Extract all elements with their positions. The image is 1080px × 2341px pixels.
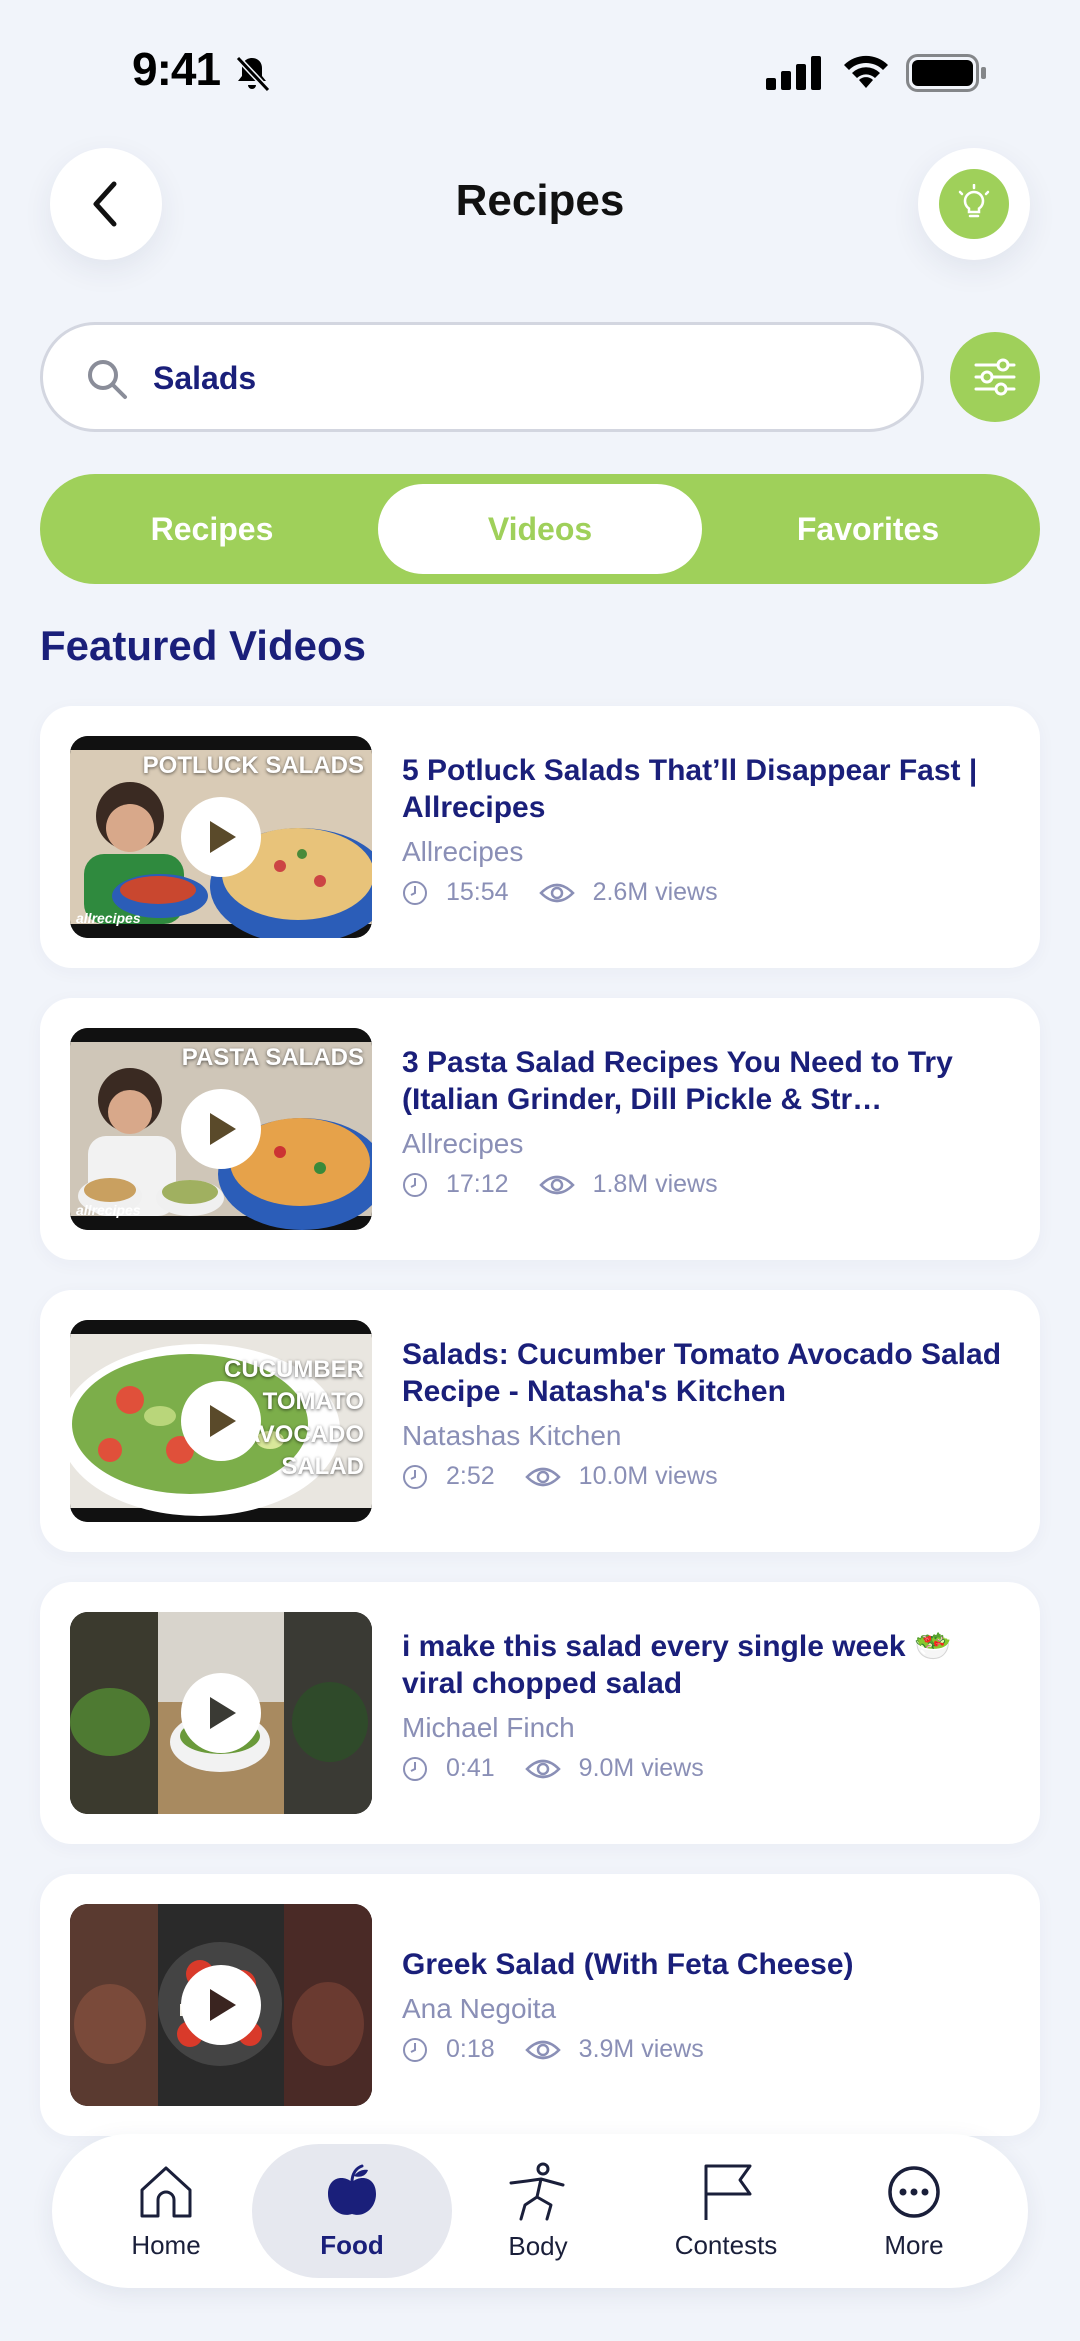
bottom-nav: Home Food Body Contests More	[52, 2134, 1028, 2288]
video-channel: Allrecipes	[402, 1128, 524, 1159]
tab-recipes[interactable]: Recipes	[50, 484, 374, 574]
signal-icon	[766, 56, 821, 90]
play-button[interactable]	[181, 797, 261, 877]
bell-off-icon	[235, 55, 271, 93]
play-icon	[210, 1989, 236, 2021]
video-thumbnail[interactable]	[70, 1612, 372, 1814]
video-duration: 2:52	[446, 1462, 495, 1490]
segment-tabs: Recipes Videos Favorites	[40, 474, 1040, 584]
nav-label: Body	[508, 2230, 568, 2261]
lightbulb-icon	[958, 184, 990, 218]
video-title[interactable]: Salads: Cucumber Tomato Avocado Salad Re…	[402, 1336, 1002, 1410]
eye-icon	[524, 1467, 561, 1486]
video-views: 1.8M views	[592, 1170, 718, 1198]
video-views: 10.0M views	[578, 1462, 718, 1490]
home-icon	[140, 2166, 192, 2217]
play-icon	[210, 1405, 236, 1437]
filter-button[interactable]	[950, 332, 1040, 422]
video-channel: Allrecipes	[402, 836, 524, 867]
video-card[interactable]: PASTA SALADS allrecipes 3 Pasta Salad Re…	[40, 998, 1040, 1260]
video-thumbnail[interactable]	[70, 1904, 372, 2106]
video-title[interactable]: i make this salad every single week 🥗 vi…	[402, 1628, 1002, 1702]
thumbnail-caption: PASTA SALADS	[181, 1044, 364, 1071]
play-icon	[210, 1113, 236, 1145]
section-title: Featured Videos	[40, 622, 366, 669]
search-box[interactable]	[40, 322, 924, 432]
wifi-icon	[844, 55, 888, 88]
video-thumbnail[interactable]: PASTA SALADS allrecipes	[70, 1028, 372, 1230]
video-card[interactable]: CUCUMBER TOMATO AVOCADO SALAD Salads: Cu…	[40, 1290, 1040, 1552]
nav-item-food[interactable]: Food	[252, 2144, 452, 2278]
video-thumbnail[interactable]: POTLUCK SALADS allrecipes	[70, 736, 372, 938]
nav-item-body[interactable]: Body	[438, 2144, 638, 2278]
eye-icon	[524, 2040, 561, 2059]
play-icon	[210, 1697, 236, 1729]
video-duration: 0:18	[446, 2035, 495, 2063]
video-channel: Ana Negoita	[402, 1993, 557, 2024]
clock-icon	[403, 1756, 427, 1781]
clock-icon	[403, 2037, 427, 2062]
video-duration: 15:54	[446, 878, 509, 906]
nav-item-home[interactable]: Home	[66, 2144, 266, 2278]
clock-icon	[403, 1172, 427, 1197]
play-icon	[210, 821, 236, 853]
video-title[interactable]: 5 Potluck Salads That’ll Disappear Fast …	[402, 752, 1002, 826]
nav-label: Contests	[674, 2229, 778, 2260]
video-list: POTLUCK SALADS allrecipes 5 Potluck Sala…	[40, 706, 1040, 2166]
video-channel: Michael Finch	[402, 1712, 575, 1743]
more-icon	[888, 2165, 940, 2218]
search-input[interactable]	[153, 353, 853, 403]
play-button[interactable]	[181, 1089, 261, 1169]
nav-label: Food	[320, 2229, 384, 2260]
video-card[interactable]: POTLUCK SALADS allrecipes 5 Potluck Sala…	[40, 706, 1040, 968]
thumbnail-brand: allrecipes	[76, 910, 141, 926]
video-channel: Natashas Kitchen	[402, 1420, 622, 1451]
nav-label: Home	[131, 2229, 201, 2260]
apple-icon	[328, 2164, 376, 2215]
video-title[interactable]: Greek Salad (With Feta Cheese)	[402, 1946, 1002, 1983]
battery-icon	[906, 54, 986, 92]
video-duration: 0:41	[446, 1754, 495, 1782]
sliders-icon	[974, 358, 1016, 396]
play-button[interactable]	[181, 1965, 261, 2045]
tab-videos[interactable]: Videos	[378, 484, 702, 574]
clock-icon	[403, 1464, 427, 1489]
nav-item-contests[interactable]: Contests	[626, 2144, 826, 2278]
video-duration: 17:12	[446, 1170, 509, 1198]
thumbnail-caption: POTLUCK SALADS	[142, 752, 364, 779]
video-thumbnail[interactable]: CUCUMBER TOMATO AVOCADO SALAD	[70, 1320, 372, 1522]
body-icon	[509, 2162, 565, 2220]
clock-icon	[403, 880, 427, 905]
video-views: 3.9M views	[578, 2035, 704, 2063]
flag-icon	[704, 2164, 752, 2220]
recipes-screen: 9:41 Recipes Salads Recipes Videos Favor…	[0, 0, 1080, 2341]
nav-label: More	[884, 2229, 944, 2260]
eye-icon	[524, 1759, 561, 1778]
eye-icon	[538, 883, 575, 902]
video-views: 2.6M views	[592, 878, 718, 906]
status-time: 9:41	[132, 43, 221, 95]
status-bar: 9:41	[0, 0, 1080, 140]
tips-button[interactable]	[918, 148, 1030, 260]
video-card[interactable]: Greek Salad (With Feta Cheese) Ana Negoi…	[40, 1874, 1040, 2136]
eye-icon	[538, 1175, 575, 1194]
nav-item-more[interactable]: More	[814, 2144, 1014, 2278]
video-card[interactable]: i make this salad every single week 🥗 vi…	[40, 1582, 1040, 1844]
play-button[interactable]	[181, 1673, 261, 1753]
video-title[interactable]: 3 Pasta Salad Recipes You Need to Try (I…	[402, 1044, 1002, 1118]
tab-favorites[interactable]: Favorites	[706, 484, 1030, 574]
video-views: 9.0M views	[578, 1754, 704, 1782]
play-button[interactable]	[181, 1381, 261, 1461]
thumbnail-brand: allrecipes	[76, 1202, 141, 1218]
search-icon	[88, 360, 127, 399]
